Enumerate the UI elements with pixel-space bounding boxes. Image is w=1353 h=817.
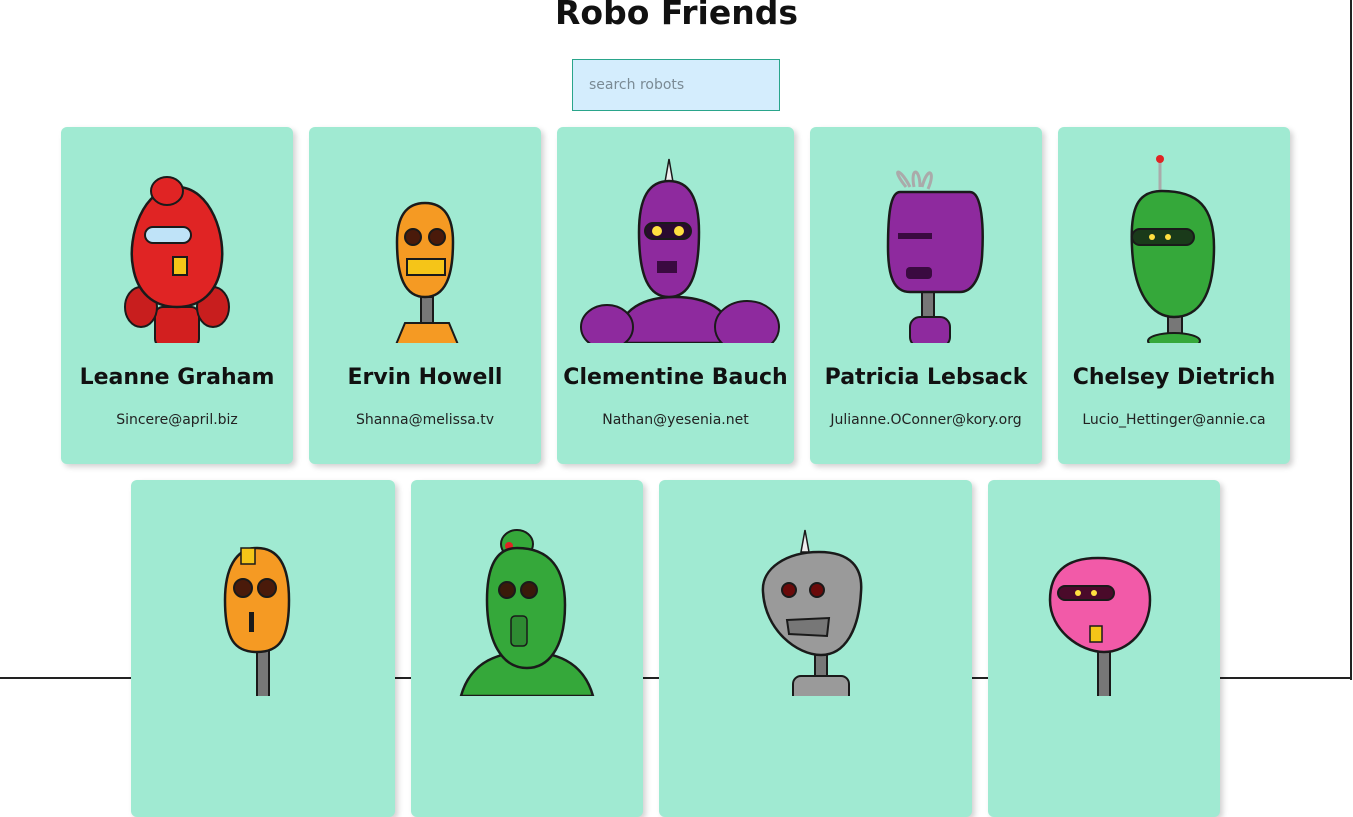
robot-email: Shanna@melissa.tv: [355, 412, 495, 428]
robot-avatar-icon: [124, 176, 230, 343]
page-title: Robo Friends: [554, 0, 799, 32]
robot-card[interactable]: [411, 480, 643, 817]
robot-avatar-icon: [761, 529, 863, 696]
robot-name: Leanne Graham: [79, 365, 275, 390]
robot-name: Patricia Lebsack: [824, 365, 1028, 390]
robot-email: Julianne.OConner@kory.org: [830, 412, 1022, 428]
robot-avatar-icon: [580, 158, 780, 343]
robot-card[interactable]: [131, 480, 395, 817]
robot-email: Lucio_Hettinger@annie.ca: [1082, 412, 1266, 428]
robot-email: Sincere@april.biz: [116, 412, 238, 428]
robot-card[interactable]: Ervin Howell Shanna@melissa.tv: [309, 127, 541, 464]
robot-avatar-icon: [459, 529, 595, 696]
robot-card[interactable]: Chelsey Dietrich Lucio_Hettinger@annie.c…: [1058, 127, 1290, 464]
robot-avatar-icon: [886, 170, 984, 343]
window-frame-right: [1350, 0, 1352, 680]
robot-avatar-icon: [395, 201, 459, 343]
robot-card[interactable]: Patricia Lebsack Julianne.OConner@kory.o…: [810, 127, 1042, 464]
robot-name: Clementine Bauch: [563, 365, 788, 390]
robot-card[interactable]: Clementine Bauch Nathan@yesenia.net: [557, 127, 794, 464]
robot-card[interactable]: [659, 480, 972, 817]
robot-name: Ervin Howell: [347, 365, 503, 390]
robot-email: Nathan@yesenia.net: [602, 412, 749, 428]
robot-avatar-icon: [223, 546, 291, 696]
robot-name: Chelsey Dietrich: [1072, 365, 1276, 390]
robot-avatar-icon: [1048, 556, 1152, 696]
search-input[interactable]: [572, 59, 780, 111]
robot-avatar-icon: [1130, 155, 1216, 343]
robot-card[interactable]: Leanne Graham Sincere@april.biz: [61, 127, 293, 464]
robot-card[interactable]: [988, 480, 1220, 817]
